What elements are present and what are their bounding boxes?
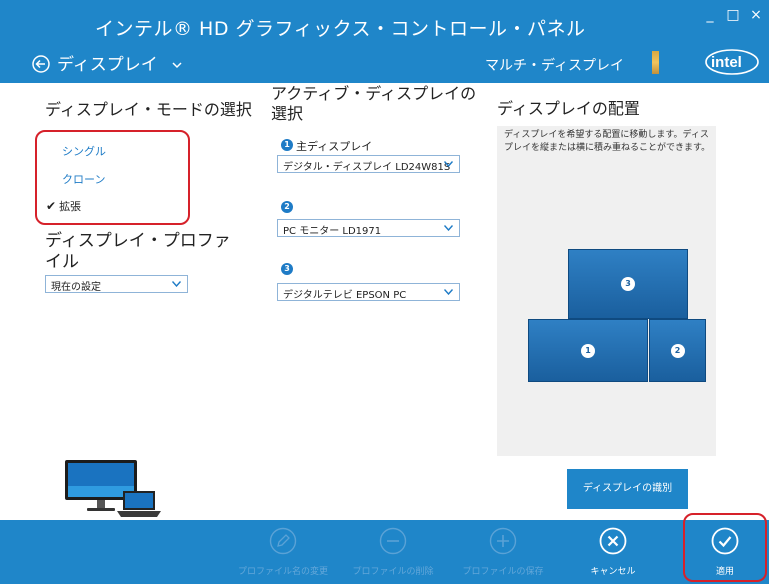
primary-display-label: 主ディスプレイ bbox=[296, 140, 373, 153]
display-number-badge: 2 bbox=[281, 201, 293, 213]
display-2-value: PC モニター LD1971 bbox=[283, 226, 382, 237]
apply-button[interactable]: 適用 bbox=[684, 527, 766, 577]
profile-select-value: 現在の設定 bbox=[51, 282, 101, 293]
mode-option-clone[interactable]: クローン bbox=[62, 171, 105, 187]
display-tile-1[interactable]: 1 bbox=[528, 319, 648, 382]
maximize-button[interactable]: □ bbox=[726, 8, 740, 22]
pencil-icon bbox=[269, 527, 297, 555]
chevron-down-icon bbox=[444, 289, 453, 295]
x-circle-icon bbox=[599, 527, 627, 555]
chevron-down-icon[interactable] bbox=[172, 60, 182, 70]
save-profile-label: プロファイルの保存 bbox=[462, 567, 544, 577]
nav-display-menu[interactable]: ディスプレイ bbox=[57, 50, 158, 75]
rename-profile-button[interactable]: プロファイル名の変更 bbox=[228, 527, 338, 577]
mode-title: ディスプレイ・モードの選択 bbox=[45, 100, 252, 119]
chevron-down-icon bbox=[444, 161, 453, 167]
svg-text:intel: intel bbox=[711, 54, 742, 71]
identify-displays-button[interactable]: ディスプレイの識別 bbox=[567, 469, 688, 509]
close-button[interactable]: × bbox=[749, 8, 763, 22]
display-1-value: デジタル・ディスプレイ LD24W81S bbox=[283, 162, 451, 173]
chevron-down-icon bbox=[172, 281, 181, 287]
tile-number-badge: 1 bbox=[581, 343, 595, 358]
section-label-multi-display: マルチ・ディスプレイ bbox=[485, 58, 625, 74]
plus-circle-icon bbox=[489, 527, 517, 555]
mode-option-extended[interactable]: ✔ 拡張 bbox=[46, 198, 81, 214]
intel-logo: intel bbox=[705, 49, 759, 75]
apply-label: 適用 bbox=[715, 567, 734, 577]
arrangement-description: ディスプレイを希望する配置に移動します。ディスプレイを縦または横に積み重ねること… bbox=[504, 130, 711, 153]
section-marker bbox=[652, 51, 659, 74]
cancel-label: キャンセル bbox=[590, 567, 636, 577]
tile-number-badge: 3 bbox=[621, 277, 635, 291]
display-1-select[interactable]: デジタル・ディスプレイ LD24W81S bbox=[277, 155, 460, 173]
arrangement-title: ディスプレイの配置 bbox=[497, 99, 640, 118]
window-controls: _ □ × bbox=[703, 8, 763, 22]
display-2-select[interactable]: PC モニター LD1971 bbox=[277, 219, 460, 237]
display-3-value: デジタルテレビ EPSON PC bbox=[283, 290, 407, 301]
display-number-badge: 3 bbox=[281, 263, 293, 275]
monitor-laptop-illustration bbox=[65, 460, 161, 517]
profile-title: ディスプレイ・プロファイル bbox=[45, 231, 231, 272]
active-displays-title: アクティブ・ディスプレイの選択 bbox=[271, 84, 477, 123]
mode-option-single[interactable]: シングル bbox=[62, 143, 106, 159]
check-circle-icon bbox=[711, 527, 739, 555]
tile-number-badge: 2 bbox=[670, 343, 685, 358]
minimize-button[interactable]: _ bbox=[703, 8, 717, 22]
delete-profile-label: プロファイルの削除 bbox=[352, 567, 434, 577]
display-3-select[interactable]: デジタルテレビ EPSON PC bbox=[277, 283, 460, 301]
rename-profile-label: プロファイル名の変更 bbox=[237, 567, 328, 577]
back-arrow-icon[interactable] bbox=[32, 55, 50, 73]
display-number-badge: 1 bbox=[281, 139, 293, 151]
save-profile-button[interactable]: プロファイルの保存 bbox=[448, 527, 558, 577]
display-tile-2[interactable]: 2 bbox=[649, 319, 706, 382]
chevron-down-icon bbox=[444, 225, 453, 231]
delete-profile-button[interactable]: プロファイルの削除 bbox=[338, 527, 448, 577]
app-title: インテル® HD グラフィックス・コントロール・パネル bbox=[95, 18, 586, 40]
profile-select[interactable]: 現在の設定 bbox=[45, 275, 188, 293]
minus-circle-icon bbox=[379, 527, 407, 555]
display-tile-3[interactable]: 3 bbox=[568, 249, 688, 319]
cancel-button[interactable]: キャンセル bbox=[558, 527, 668, 577]
mode-option-label: 拡張 bbox=[59, 200, 82, 213]
checkmark-icon: ✔ bbox=[46, 199, 57, 213]
